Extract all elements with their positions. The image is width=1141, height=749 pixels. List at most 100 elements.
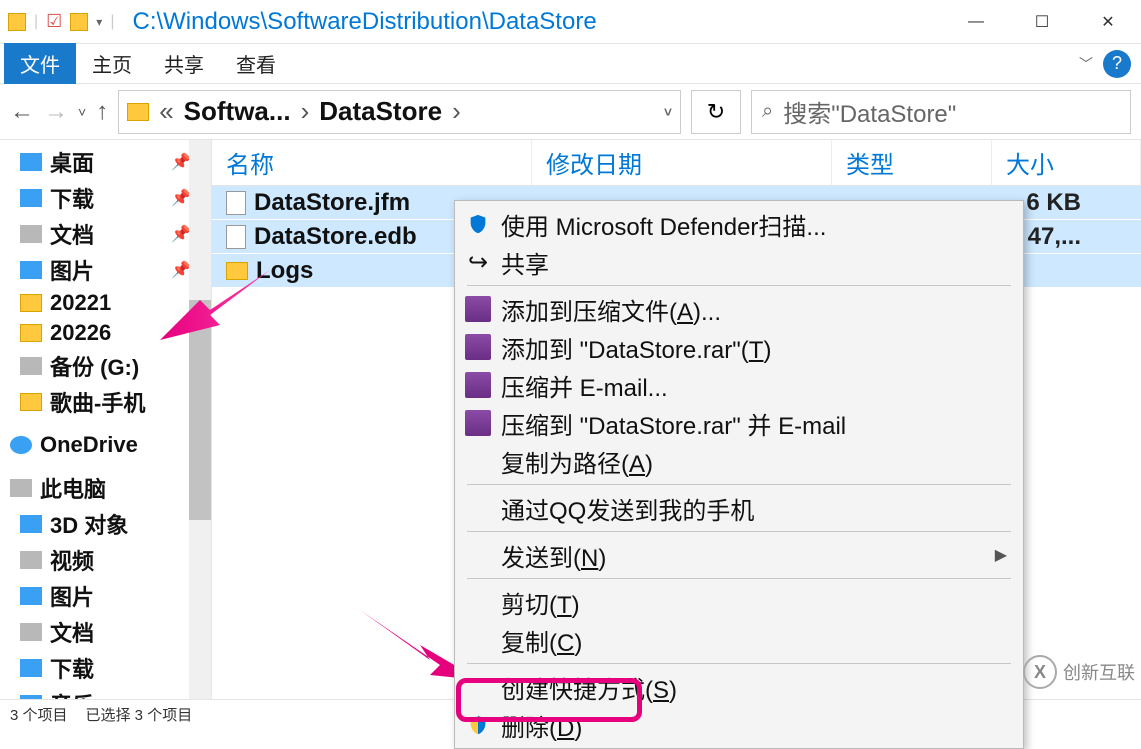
history-dropdown[interactable]: ˅ (78, 104, 86, 120)
menu-add-to-rar[interactable]: 添加到 "DataStore.rar"(T) (457, 328, 1021, 366)
blank-icon (465, 542, 491, 568)
tab-home[interactable]: 主页 (76, 43, 148, 84)
close-button[interactable]: ✕ (1075, 0, 1141, 44)
address-bar[interactable]: « Softwa... › DataStore › ˅ (118, 90, 681, 134)
navbar: ← → ˅ ↑ « Softwa... › DataStore › ˅ ↻ ⌕ … (0, 84, 1141, 140)
window-title: C:\Windows\SoftwareDistribution\DataStor… (122, 8, 943, 36)
sidebar-item-3d[interactable]: 3D 对象 (0, 506, 211, 542)
sidebar-item-onedrive[interactable]: OneDrive (0, 430, 211, 460)
up-button[interactable]: ↑ (96, 98, 108, 126)
sidebar-item-label: 歌曲-手机 (50, 386, 145, 418)
search-input[interactable]: ⌕ 搜索"DataStore" (751, 90, 1131, 134)
crumb-sep: › (301, 96, 310, 127)
divider: | (34, 13, 38, 31)
help-button[interactable]: ? (1103, 50, 1131, 78)
col-name[interactable]: 名称 (212, 140, 532, 185)
col-date[interactable]: 修改日期 (532, 140, 832, 185)
breadcrumb-1[interactable]: Softwa... (184, 96, 291, 127)
sidebar-item-label: 图片 (50, 580, 94, 612)
watermark-icon: X (1023, 655, 1057, 689)
menu-label: 压缩到 "DataStore.rar" 并 E-mail (501, 406, 846, 441)
menu-separator (467, 578, 1011, 579)
sidebar-item-desktop[interactable]: 桌面📌 (0, 144, 211, 180)
tab-share[interactable]: 共享 (148, 43, 220, 84)
sidebar-item-music[interactable]: 音乐 (0, 686, 211, 699)
folder-icon (127, 103, 149, 121)
documents-icon (20, 225, 42, 243)
refresh-button[interactable]: ↻ (691, 90, 741, 134)
menu-defender-scan[interactable]: 使用 Microsoft Defender扫描... (457, 205, 1021, 243)
folder-icon (20, 324, 42, 342)
checkbox-icon[interactable]: ☑ (46, 11, 62, 32)
menu-separator (467, 663, 1011, 664)
menu-label: 发送到(N) (501, 538, 606, 573)
submenu-arrow-icon: ▶ (995, 545, 1007, 565)
folder-icon (20, 393, 42, 411)
tab-file[interactable]: 文件 (4, 43, 76, 84)
sidebar-item-backup[interactable]: 备份 (G:) (0, 348, 211, 384)
3d-icon (20, 515, 42, 533)
col-type[interactable]: 类型 (832, 140, 992, 185)
sidebar-item-label: 图片 (50, 254, 94, 286)
back-button[interactable]: ← (10, 98, 34, 126)
sidebar-item-folder[interactable]: 歌曲-手机 (0, 384, 211, 420)
pc-icon (10, 479, 32, 497)
menu-label: 添加到 "DataStore.rar"(T) (501, 330, 771, 365)
menu-separator (467, 484, 1011, 485)
menu-share[interactable]: ↪ 共享 (457, 243, 1021, 281)
sidebar-item-videos[interactable]: 视频 (0, 542, 211, 578)
menu-cut[interactable]: 剪切(T) (457, 583, 1021, 621)
maximize-button[interactable]: ☐ (1009, 0, 1075, 44)
pictures-icon (20, 261, 42, 279)
divider: | (110, 13, 114, 31)
dropdown-icon[interactable]: ▾ (96, 15, 102, 29)
sidebar-item-label: 文档 (50, 218, 94, 250)
desktop-icon (20, 153, 42, 171)
ribbon-collapse-icon[interactable]: ﹀ (1069, 54, 1103, 74)
pin-icon: 📌 (171, 152, 191, 172)
menu-label: 共享 (501, 245, 549, 280)
menu-separator (467, 531, 1011, 532)
address-dropdown-icon[interactable]: ˅ (664, 104, 672, 120)
sidebar-item-thispc[interactable]: 此电脑 (0, 470, 211, 506)
menu-add-archive[interactable]: 添加到压缩文件(A)... (457, 290, 1021, 328)
file-name: DataStore.jfm (254, 189, 410, 217)
sidebar: 桌面📌 下载📌 文档📌 图片📌 20221 20226 备份 (G:) 歌曲-手… (0, 140, 212, 699)
folder-icon-2 (70, 13, 88, 31)
menu-label: 添加到压缩文件(A)... (501, 292, 721, 327)
pin-icon: 📌 (171, 188, 191, 208)
sidebar-item-pictures2[interactable]: 图片 (0, 578, 211, 614)
shield-icon (465, 211, 491, 237)
col-size[interactable]: 大小 (992, 140, 1141, 185)
breadcrumb-2[interactable]: DataStore (319, 96, 442, 127)
annotation-arrow-1 (160, 270, 280, 350)
file-icon (226, 225, 246, 249)
music-icon (20, 695, 42, 699)
item-count: 3 个项目 (10, 704, 68, 725)
nav-arrows: ← → ˅ ↑ (10, 98, 108, 126)
menu-qq-send[interactable]: 通过QQ发送到我的手机 (457, 489, 1021, 527)
menu-copy-path[interactable]: 复制为路径(A) (457, 442, 1021, 480)
rar-icon (465, 410, 491, 436)
watermark-text: 创新互联 (1063, 659, 1135, 685)
sidebar-item-label: 20226 (50, 320, 111, 346)
minimize-button[interactable]: — (943, 0, 1009, 44)
sidebar-item-label: 音乐 (50, 688, 94, 699)
menu-compress-email[interactable]: 压缩并 E-mail... (457, 366, 1021, 404)
forward-button[interactable]: → (44, 98, 68, 126)
menu-copy[interactable]: 复制(C) (457, 621, 1021, 659)
watermark: X 创新互联 (1023, 655, 1135, 689)
onedrive-icon (10, 436, 32, 454)
sidebar-item-downloads2[interactable]: 下载 (0, 650, 211, 686)
sidebar-item-downloads[interactable]: 下载 📌 (0, 180, 211, 216)
tab-view[interactable]: 查看 (220, 43, 292, 84)
sidebar-item-documents[interactable]: 文档📌 (0, 216, 211, 252)
sidebar-item-label: 下载 (50, 182, 94, 214)
window-controls: — ☐ ✕ (943, 0, 1141, 44)
pictures-icon (20, 587, 42, 605)
sidebar-item-label: OneDrive (40, 432, 138, 458)
menu-compress-to-email[interactable]: 压缩到 "DataStore.rar" 并 E-mail (457, 404, 1021, 442)
menu-send-to[interactable]: 发送到(N) ▶ (457, 536, 1021, 574)
sidebar-item-documents2[interactable]: 文档 (0, 614, 211, 650)
download-icon (20, 189, 42, 207)
